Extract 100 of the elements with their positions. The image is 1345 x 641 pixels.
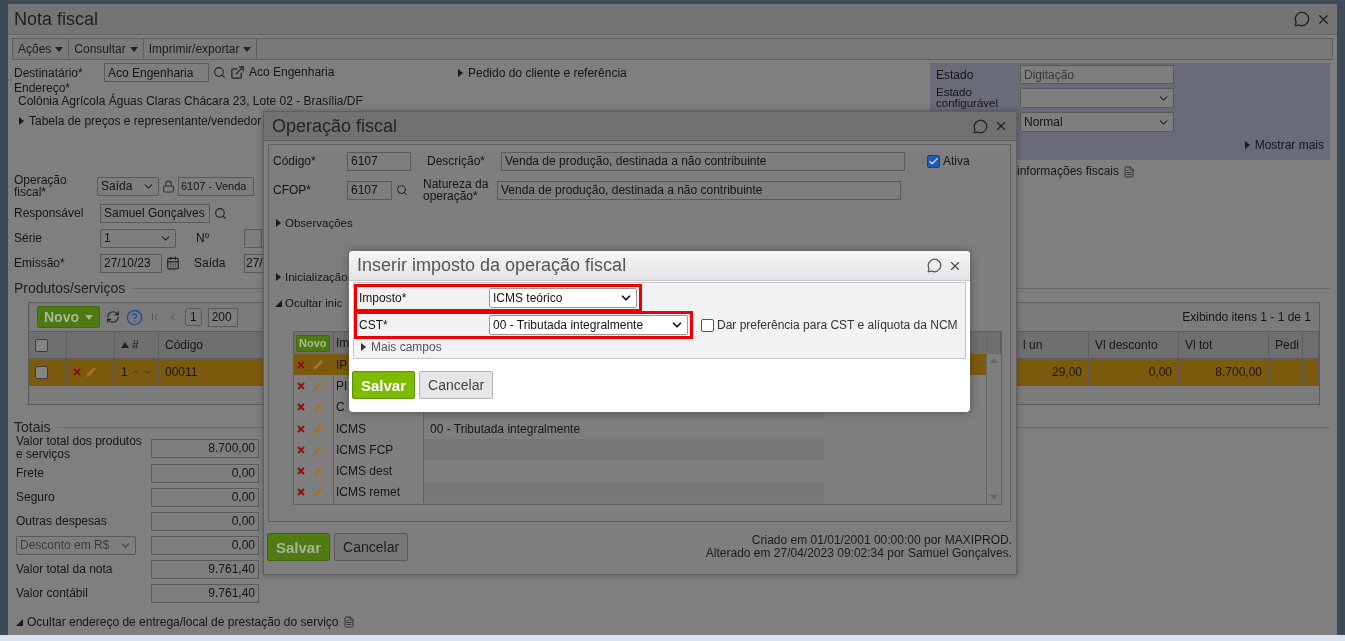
lock-icon — [162, 179, 175, 193]
field-label: Responsável — [14, 206, 85, 220]
edit-icon[interactable] — [84, 365, 98, 379]
search-icon[interactable] — [213, 66, 226, 79]
show-more-toggle[interactable]: Mostrar mais — [1243, 138, 1324, 152]
cst-select[interactable]: 00 - Tributada integralmente — [489, 315, 688, 335]
help-icon[interactable] — [126, 308, 143, 326]
delete-icon[interactable] — [297, 467, 305, 476]
table-cell: ICMS dest — [336, 464, 392, 479]
table-cell: ICMS remet — [336, 485, 400, 500]
delete-icon[interactable] — [297, 381, 305, 390]
issue-date-field[interactable]: 27/10/23 — [100, 253, 162, 273]
pagination-summary: Exibindo itens 1 - 1 de 1 — [1182, 310, 1311, 324]
section-toggle[interactable]: Observações — [275, 217, 353, 229]
field-label: CFOP* — [273, 183, 312, 197]
delivery-address-toggle[interactable]: Ocultar endereço de entrega/local de prestação do serviço — [16, 615, 355, 629]
field-label: Emissão* — [14, 256, 66, 270]
section-toggle[interactable]: Inicialização — [275, 271, 348, 283]
total-field: 0,00 — [151, 535, 259, 555]
search-icon[interactable] — [396, 184, 408, 196]
external-link-icon[interactable] — [230, 65, 245, 80]
search-icon[interactable] — [214, 206, 227, 220]
recipient-link[interactable]: Aco Engenharia — [249, 66, 335, 79]
table-cell: ICMS FCP — [336, 442, 394, 457]
delete-icon[interactable] — [297, 360, 305, 369]
more-fields-toggle[interactable]: Mais campos — [360, 340, 442, 354]
field-label: Endereço* — [14, 82, 71, 95]
column-header[interactable]: l un — [1023, 338, 1043, 352]
comment-icon[interactable] — [973, 118, 988, 134]
delete-icon[interactable] — [297, 445, 305, 454]
select-all-checkbox[interactable] — [35, 338, 48, 352]
dialog-title: Inserir imposto da operação fiscal — [357, 255, 628, 276]
column-header[interactable]: # — [132, 338, 139, 352]
total-field: 9.761,40 — [151, 583, 259, 603]
column-header[interactable]: Vl desconto — [1095, 338, 1158, 352]
scrollbar[interactable] — [986, 332, 1001, 504]
ncm-checkbox[interactable] — [701, 319, 714, 332]
field-label: Imposto* — [359, 291, 408, 305]
menu-item[interactable]: Imprimir/exportar — [143, 39, 258, 59]
column-header[interactable]: Vl tot — [1185, 338, 1213, 352]
new-button[interactable]: Novo — [296, 334, 330, 352]
move-down-icon[interactable] — [142, 367, 152, 377]
order-reference-toggle[interactable]: Pedido do cliente e referência — [457, 65, 627, 80]
edit-icon[interactable] — [311, 357, 325, 372]
page-size-field[interactable]: 200 — [207, 307, 238, 327]
window-title: Nota fiscal — [14, 8, 100, 30]
comment-icon[interactable] — [1294, 11, 1310, 27]
cancel-button[interactable]: Cancelar — [419, 371, 494, 399]
column-header[interactable]: Código — [165, 338, 204, 352]
menu-item[interactable]: Consultar — [69, 39, 144, 59]
direction-select[interactable]: Saída — [97, 176, 159, 196]
series-select[interactable]: 1 — [100, 228, 176, 248]
caret-icon — [129, 46, 138, 52]
field-label: Operação fiscal* — [14, 174, 68, 198]
nature-field[interactable]: Venda de produção, destinada a não contribuinte — [497, 180, 901, 200]
field-label: Nº — [196, 231, 211, 245]
refresh-icon[interactable] — [106, 310, 120, 324]
active-checkbox[interactable] — [927, 154, 940, 168]
price-table-toggle[interactable]: Tabela de preços e representante/vendedor — [18, 114, 262, 128]
table-row[interactable]: ICMS dest — [294, 460, 986, 482]
tax-select[interactable]: ICMS teórico — [489, 288, 637, 308]
field-label: Código* — [273, 154, 317, 168]
document-icon — [342, 616, 355, 628]
delete-icon[interactable] — [297, 424, 305, 433]
fiscal-operation-field[interactable]: 6107 - Venda — [178, 176, 254, 196]
cancel-button[interactable]: Cancelar — [334, 533, 409, 561]
discount-select[interactable]: Desconto em R$ — [16, 535, 136, 555]
table-cell: ICMS — [336, 421, 366, 436]
comment-icon[interactable] — [927, 258, 942, 273]
field-label: CST* — [359, 318, 389, 332]
page-number[interactable]: 1 — [185, 308, 202, 326]
menu-item[interactable]: Ações — [13, 39, 70, 59]
table-row[interactable]: ICMS 00 - Tributada integralmente — [294, 417, 986, 440]
section-toggle[interactable]: Ocultar inic — [275, 297, 343, 309]
row-checkbox[interactable] — [35, 365, 48, 379]
recipient-field[interactable]: Aco Engenharia — [104, 63, 209, 82]
save-button[interactable]: Salvar — [352, 371, 416, 399]
departure-date-field[interactable]: 27/ — [244, 253, 264, 273]
configurable-state-select[interactable] — [1020, 88, 1174, 108]
calendar-icon[interactable] — [166, 256, 180, 270]
document-icon — [1123, 165, 1136, 178]
scroll-down-icon[interactable] — [990, 495, 998, 500]
code-field[interactable]: 6107 — [347, 151, 411, 171]
description-field[interactable]: Venda de produção, destinada a não contribuinte — [501, 151, 905, 171]
first-page-icon[interactable] — [149, 311, 161, 323]
table-cell: 1 — [121, 365, 128, 379]
delete-icon[interactable] — [73, 368, 81, 376]
delete-icon[interactable] — [297, 403, 305, 412]
delete-icon[interactable] — [297, 488, 305, 497]
caret-icon — [85, 314, 93, 320]
column-header[interactable]: Pedi — [1275, 338, 1300, 352]
new-button[interactable]: Novo — [37, 306, 100, 328]
responsible-field[interactable]: Samuel Gonçalves — [100, 203, 210, 223]
field-label: Saída — [194, 256, 227, 270]
table-cell: 29,00 — [1051, 365, 1082, 379]
move-up-icon[interactable] — [130, 367, 140, 377]
number-field[interactable] — [244, 228, 262, 248]
mode-select[interactable]: Normal — [1020, 112, 1174, 132]
cfop-field[interactable]: 6107 — [347, 180, 392, 200]
fiscal-info-link[interactable]: informações fiscais — [1017, 165, 1120, 178]
